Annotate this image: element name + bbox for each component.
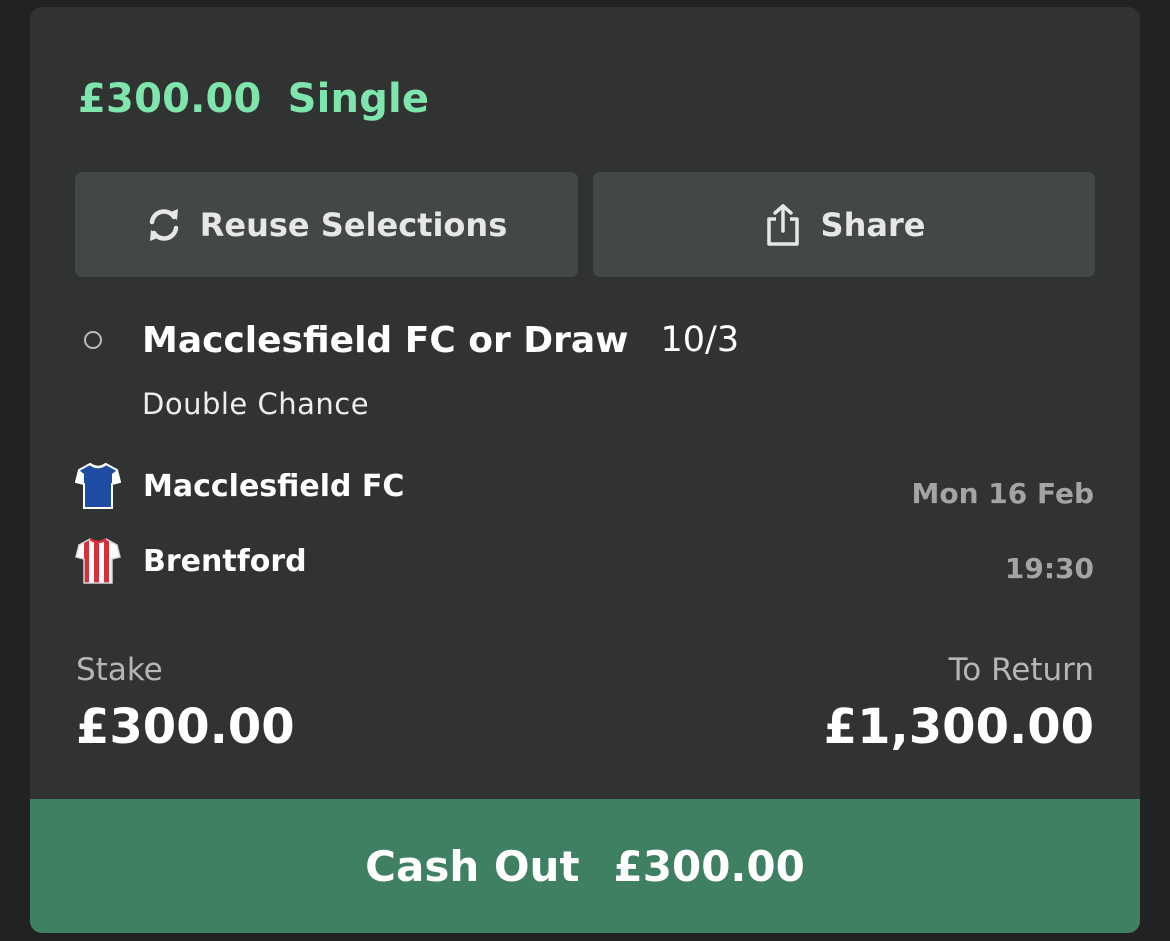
share-icon bbox=[763, 203, 803, 247]
bet-type: Single bbox=[287, 76, 430, 122]
selection-name: Macclesfield FC or Draw bbox=[142, 319, 629, 361]
share-label: Share bbox=[820, 205, 926, 244]
share-button[interactable]: Share bbox=[593, 172, 1095, 277]
bet-header: £300.00 Single bbox=[78, 69, 429, 129]
away-team: Brentford bbox=[75, 536, 307, 586]
reuse-selections-label: Reuse Selections bbox=[199, 205, 508, 244]
cash-out-amount: £300.00 bbox=[613, 841, 805, 891]
selection-odds: 10/3 bbox=[660, 320, 740, 360]
away-team-name: Brentford bbox=[143, 543, 307, 579]
to-return-value: £1,300.00 bbox=[823, 699, 1094, 755]
stake-label: Stake bbox=[76, 652, 163, 688]
stake-value: £300.00 bbox=[76, 699, 295, 755]
match-date: Mon 16 Feb bbox=[911, 477, 1094, 510]
cash-out-label: Cash Out bbox=[365, 841, 580, 891]
match-time: 19:30 bbox=[1004, 552, 1094, 585]
selection-row: Macclesfield FC or Draw 10/3 bbox=[84, 312, 739, 368]
reuse-selections-button[interactable]: Reuse Selections bbox=[75, 172, 578, 277]
cash-out-button[interactable]: Cash Out £300.00 bbox=[30, 799, 1140, 933]
market-name: Double Chance bbox=[142, 387, 370, 421]
home-team: Macclesfield FC bbox=[74, 461, 405, 511]
kit-red-white-stripes-icon bbox=[75, 536, 121, 586]
kit-blue-white-icon bbox=[74, 461, 122, 511]
refresh-icon bbox=[146, 205, 182, 245]
selection-status-icon bbox=[84, 331, 102, 349]
home-team-name: Macclesfield FC bbox=[143, 468, 405, 504]
to-return-label: To Return bbox=[948, 652, 1094, 688]
bet-card: £300.00 Single Reuse Selections Share Ma… bbox=[30, 7, 1140, 933]
bet-amount: £300.00 bbox=[78, 76, 262, 122]
